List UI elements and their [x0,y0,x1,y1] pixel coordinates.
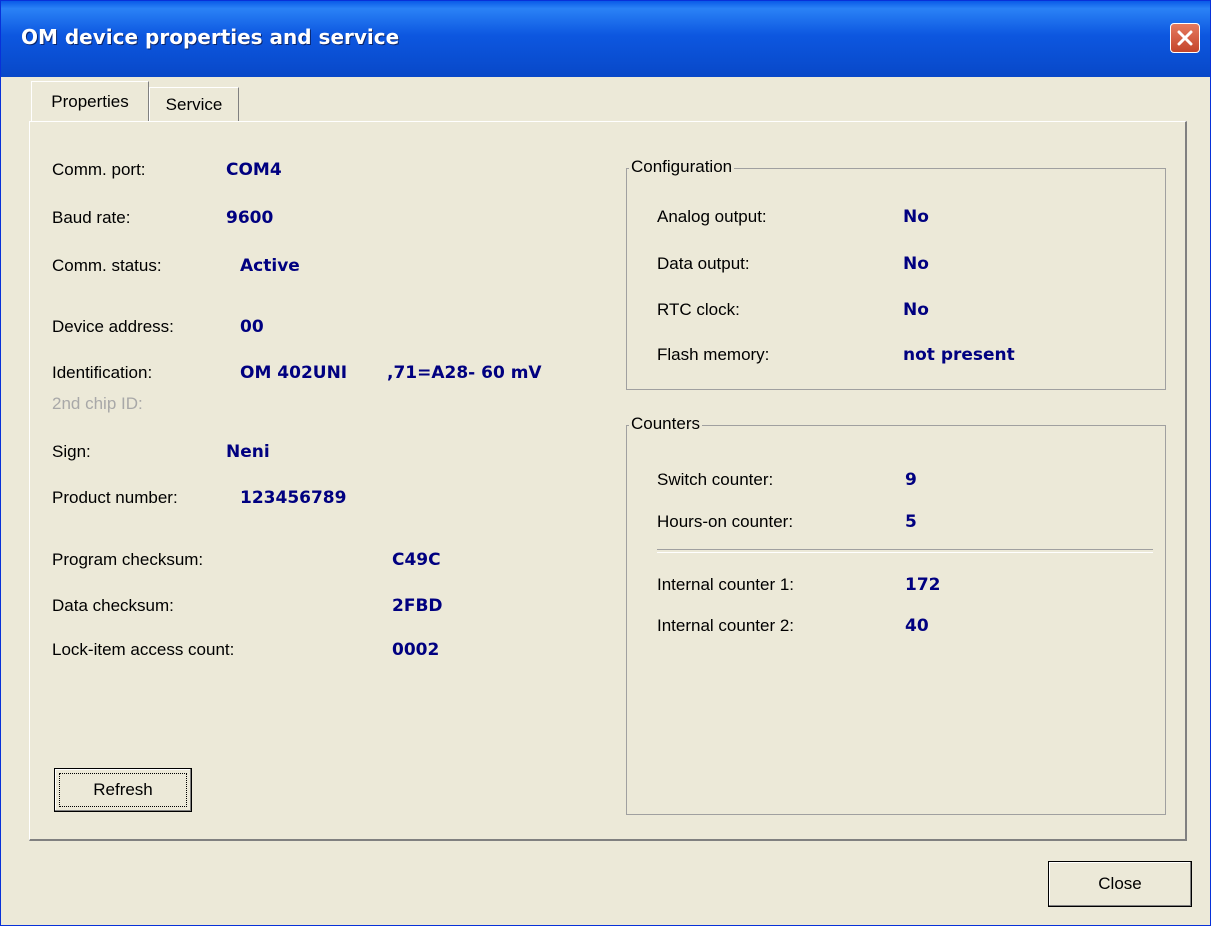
data-output-label: Data output: [657,254,750,273]
analog-output-value: No [903,207,929,227]
counters-separator [657,549,1153,553]
comm-port-value: COM4 [226,160,282,180]
analog-output-label: Analog output: [657,207,767,226]
lock-item-label: Lock-item access count: [52,640,235,659]
internal-counter-1-label: Internal counter 1: [657,575,795,594]
identification-label: Identification: [52,363,153,382]
close-button-label: Close [1098,874,1142,893]
hours-on-label: Hours-on counter: [657,512,794,531]
close-icon[interactable] [1170,23,1200,53]
counters-group: Counters Switch counter: 9 Hours-on coun… [626,414,1166,815]
lock-item-value: 0002 [392,640,440,660]
data-checksum-label: Data checksum: [52,596,174,615]
comm-status-value: Active [240,256,300,276]
dialog-window: OM device properties and service Propert… [0,0,1211,926]
device-address-label: Device address: [52,317,174,336]
baud-rate-label: Baud rate: [52,208,131,227]
hours-on-value: 5 [905,512,917,532]
flash-memory-label: Flash memory: [657,345,770,364]
switch-counter-value: 9 [905,470,917,490]
window-title: OM device properties and service [21,25,400,49]
counters-title: Counters [629,414,702,434]
configuration-group: Configuration Analog output: No Data out… [626,157,1166,390]
tab-service[interactable]: Service [149,87,239,121]
identification-extra: ,71=A28- 60 mV [387,363,542,383]
rtc-clock-label: RTC clock: [657,300,740,319]
comm-status-label: Comm. status: [52,256,162,275]
baud-rate-value: 9600 [226,208,274,228]
device-address-value: 00 [240,317,264,337]
refresh-button[interactable]: Refresh [54,768,192,812]
internal-counter-2-label: Internal counter 2: [657,616,795,635]
comm-port-label: Comm. port: [52,160,146,179]
title-bar[interactable]: OM device properties and service [1,1,1210,77]
rtc-clock-value: No [903,300,929,320]
sign-value: Neni [226,442,270,462]
product-number-label: Product number: [52,488,178,507]
configuration-title: Configuration [629,157,735,177]
refresh-button-label: Refresh [93,780,153,799]
internal-counter-1-value: 172 [905,575,941,595]
data-checksum-value: 2FBD [392,596,443,616]
tab-properties[interactable]: Properties [31,81,149,121]
tab-properties-label: Properties [51,91,129,111]
close-button[interactable]: Close [1048,861,1192,907]
internal-counter-2-value: 40 [905,616,929,636]
flash-memory-value: not present [903,345,1015,365]
program-checksum-value: C49C [392,550,441,570]
data-output-value: No [903,254,929,274]
sign-label: Sign: [52,442,91,461]
second-chip-label: 2nd chip ID: [52,394,143,413]
switch-counter-label: Switch counter: [657,470,774,489]
properties-panel: Comm. port: COM4 Baud rate: 9600 Comm. s… [29,121,1187,841]
tab-service-label: Service [165,94,223,114]
product-number-value: 123456789 [240,488,347,508]
program-checksum-label: Program checksum: [52,550,204,569]
identification-value: OM 402UNI [240,363,348,383]
